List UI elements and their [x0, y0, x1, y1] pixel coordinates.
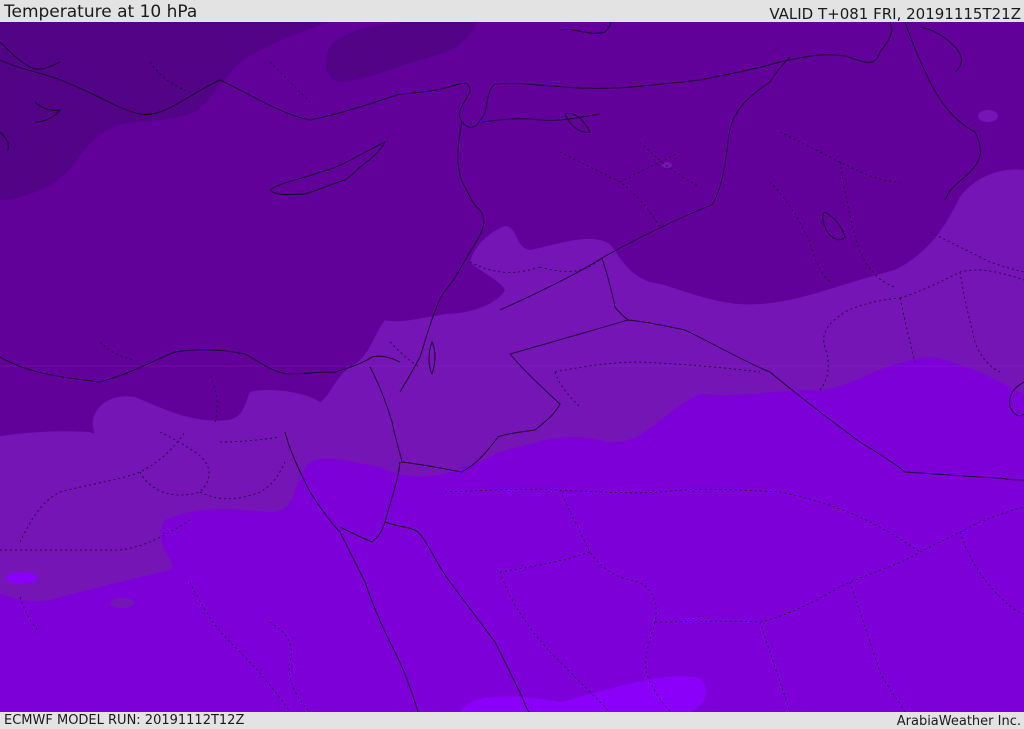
valid-time: VALID T+081 FRI, 20191115T21Z: [769, 5, 1021, 23]
credit-label: ArabiaWeather Inc.: [896, 714, 1021, 729]
header-bar: Temperature at 10 hPa VALID T+081 FRI, 2…: [0, 0, 1024, 22]
map-title: Temperature at 10 hPa: [4, 2, 198, 22]
shading-mid-spot: [110, 598, 134, 608]
footer-bar: ECMWF MODEL RUN: 20191112T12Z ArabiaWeat…: [0, 712, 1024, 729]
model-run-label: ECMWF MODEL RUN: 20191112T12Z: [4, 713, 245, 728]
map-canvas: [0, 22, 1024, 712]
shading-mid-spot-ne: [978, 110, 998, 122]
forecast-map-frame: Temperature at 10 hPa VALID T+081 FRI, 2…: [0, 0, 1024, 729]
shading-warmest-spot: [6, 572, 38, 584]
temperature-map: [0, 22, 1024, 712]
